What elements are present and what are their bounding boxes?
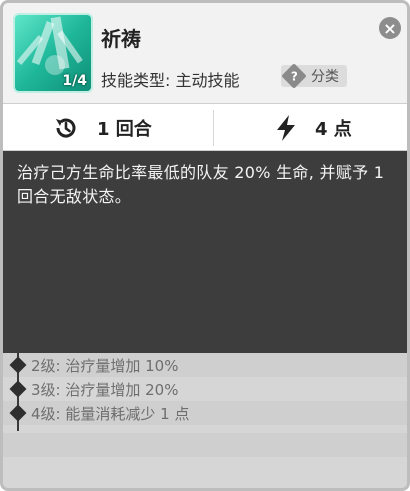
upgrade-label: 2级: 治疗量增加 10% xyxy=(31,356,179,375)
stats-divider xyxy=(213,110,214,146)
skill-name: 祈祷 xyxy=(101,27,141,51)
upgrade-row: 4级: 能量消耗减少 1 点 xyxy=(3,401,407,425)
turns-stat: 1 回合 xyxy=(53,104,152,152)
close-button[interactable]: × xyxy=(379,17,401,39)
prayer-skill-icon: 1/4 xyxy=(13,13,93,93)
lightning-icon xyxy=(275,114,297,142)
upgrade-label: 3级: 治疗量增加 20% xyxy=(31,380,179,399)
upgrade-list: 2级: 治疗量增加 10% 3级: 治疗量增加 20% 4级: 能量消耗减少 1… xyxy=(3,353,407,488)
upgrade-label: 4级: 能量消耗减少 1 点 xyxy=(31,404,190,423)
upgrade-row: 3级: 治疗量增加 20% xyxy=(3,377,407,401)
description-text: 治疗己方生命比率最低的队友 20% 生命, 并赋予 1 回合无敌状态。 xyxy=(17,163,385,206)
history-icon xyxy=(53,115,79,141)
turns-value: 1 回合 xyxy=(97,119,152,140)
skill-stats: 1 回合 4 点 xyxy=(3,103,407,151)
upgrade-row: 2级: 治疗量增加 10% xyxy=(3,353,407,377)
empty-row xyxy=(3,433,407,457)
energy-stat: 4 点 xyxy=(275,104,352,152)
skill-level-label: 1/4 xyxy=(62,73,87,89)
question-icon: ? xyxy=(281,63,307,89)
category-label: 分类 xyxy=(311,69,339,85)
skill-card: 1/4 祈祷 技能类型: 主动技能 ? 分类 × 1 回合 4 点 治疗己方生命… xyxy=(0,0,410,491)
energy-value: 4 点 xyxy=(315,119,352,140)
category-badge[interactable]: ? 分类 xyxy=(281,63,347,89)
skill-type: 技能类型: 主动技能 xyxy=(101,71,240,90)
skill-header: 1/4 祈祷 技能类型: 主动技能 ? 分类 × xyxy=(3,3,407,103)
skill-description: 治疗己方生命比率最低的队友 20% 生命, 并赋予 1 回合无敌状态。 xyxy=(3,151,407,353)
